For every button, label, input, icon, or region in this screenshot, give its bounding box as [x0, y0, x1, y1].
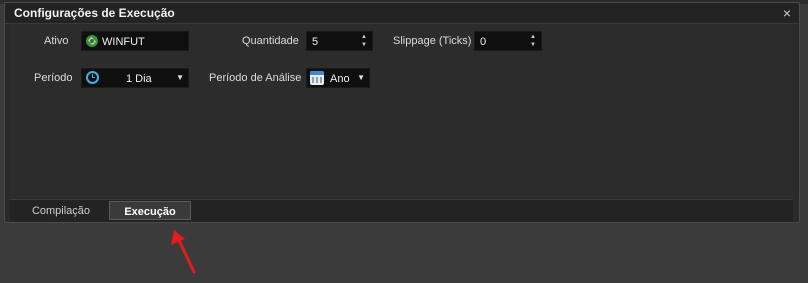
tab-bar: Compilação Execução [10, 199, 793, 222]
brazil-flag-icon [86, 35, 98, 47]
ativo-label: Ativo [44, 35, 69, 47]
settings-content: Ativo WINFUT Quantidade 5 ▲ ▼ Slippage (T… [10, 24, 793, 198]
red-arrow-annotation [171, 230, 196, 274]
execution-settings-panel: Configurações de Execução × Ativo WINFUT… [4, 2, 800, 223]
quantidade-value: 5 [312, 36, 319, 48]
quantidade-label: Quantidade [242, 35, 299, 47]
tab-execucao[interactable]: Execução [109, 201, 191, 220]
periodo-analise-value: Ano [330, 73, 350, 85]
slippage-label: Slippage (Ticks) [393, 35, 472, 47]
chevron-down-icon: ▼ [357, 73, 365, 82]
periodo-value: 1 Dia [126, 73, 152, 85]
clock-icon [86, 71, 99, 84]
periodo-select[interactable]: 1 Dia ▼ [81, 68, 189, 88]
tab-compilacao[interactable]: Compilação [17, 201, 105, 220]
ativo-value: WINFUT [102, 36, 145, 48]
panel-title: Configurações de Execução [14, 6, 175, 20]
periodo-analise-select[interactable]: Ano ▼ [306, 68, 370, 88]
close-icon[interactable]: × [783, 5, 791, 21]
quantidade-stepper[interactable]: 5 ▲ ▼ [306, 31, 373, 51]
slippage-stepper[interactable]: 0 ▲ ▼ [474, 31, 542, 51]
ativo-field[interactable]: WINFUT [81, 31, 189, 51]
periodo-label: Período [34, 72, 73, 84]
panel-titlebar: Configurações de Execução × [5, 3, 799, 24]
periodo-analise-label: Período de Análise [209, 72, 302, 84]
calendar-icon [310, 71, 324, 85]
slippage-value: 0 [480, 36, 487, 48]
quantidade-spin-icon[interactable]: ▲ ▼ [359, 33, 369, 49]
slippage-spin-icon[interactable]: ▲ ▼ [528, 33, 538, 49]
chevron-down-icon: ▼ [176, 73, 184, 82]
